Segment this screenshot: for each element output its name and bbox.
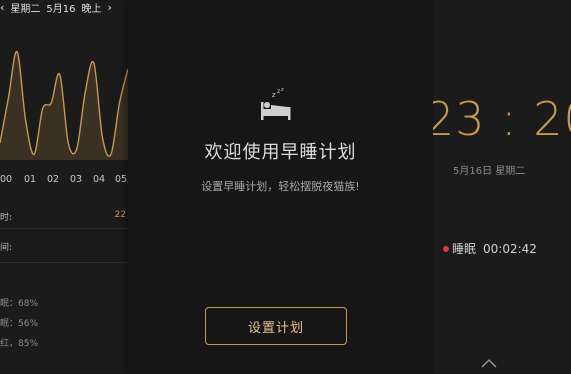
sleeping-bed-icon: z z z <box>261 87 291 120</box>
welcome-title: 欢迎使用早睡计划 <box>204 142 357 163</box>
row-sleep-time-value: 22 <box>114 210 126 220</box>
stat-rem: 红，85% <box>0 339 39 349</box>
period-label: 晚上 <box>81 3 102 15</box>
hour-tick-label: 01 <box>24 174 37 185</box>
weekday-label: 星期二 <box>10 3 41 15</box>
sleep-duration: 00:02:42 <box>483 241 537 256</box>
sleep-status-label: 睡眠 <box>452 242 477 256</box>
next-day-icon[interactable]: › <box>108 1 112 14</box>
hour-tick-label: 02 <box>47 174 60 185</box>
prev-day-icon[interactable]: ‹ <box>0 1 4 14</box>
hour-tick-label: 03 <box>70 174 83 185</box>
row-duration-label: 间: <box>0 243 13 253</box>
stat-deep-sleep: 眠：68% <box>0 299 39 309</box>
sleep-status: 睡眠 00:02:42 <box>443 240 537 257</box>
hour-tick-label: 04 <box>93 174 106 185</box>
sleep-history-panel: ‹ 星期二 5月16 晚上 › 00 01 02 03 04 05 时: 22 间: 眠：… <box>0 0 128 374</box>
hour-tick-label: 00 <box>0 174 13 185</box>
divider <box>0 228 128 229</box>
welcome-subtitle: 设置早睡计划，轻松摆脱夜猫族! <box>201 180 360 193</box>
divider <box>0 262 128 263</box>
svg-text:z: z <box>277 88 280 95</box>
svg-text:z: z <box>272 91 276 99</box>
hour-tick-label: 05 <box>115 174 128 185</box>
set-plan-button[interactable]: 设置计划 <box>205 307 347 345</box>
welcome-card: z z z 欢迎使用早睡计划 设置早睡计划，轻松摆脱夜猫族! 设置计划 <box>128 0 433 374</box>
stat-light-sleep: 眠：56% <box>0 319 39 329</box>
chevron-up-icon[interactable] <box>481 358 497 368</box>
date-label: 5月16 <box>46 3 76 15</box>
recording-dot-icon <box>443 245 449 252</box>
hour-axis: 00 01 02 03 04 05 <box>0 174 128 188</box>
row-sleep-time-label: 时: <box>0 213 13 223</box>
clock-panel: 23 : 20 5月16日 星期二 睡眠 00:02:42 <box>433 0 571 374</box>
clock-display: 23 : 20 <box>433 92 571 146</box>
sleep-wave-chart <box>0 50 128 160</box>
date-navigator: ‹ 星期二 5月16 晚上 › <box>0 0 128 15</box>
clock-date: 5月16日 星期二 <box>453 166 526 177</box>
svg-text:z: z <box>281 87 284 93</box>
